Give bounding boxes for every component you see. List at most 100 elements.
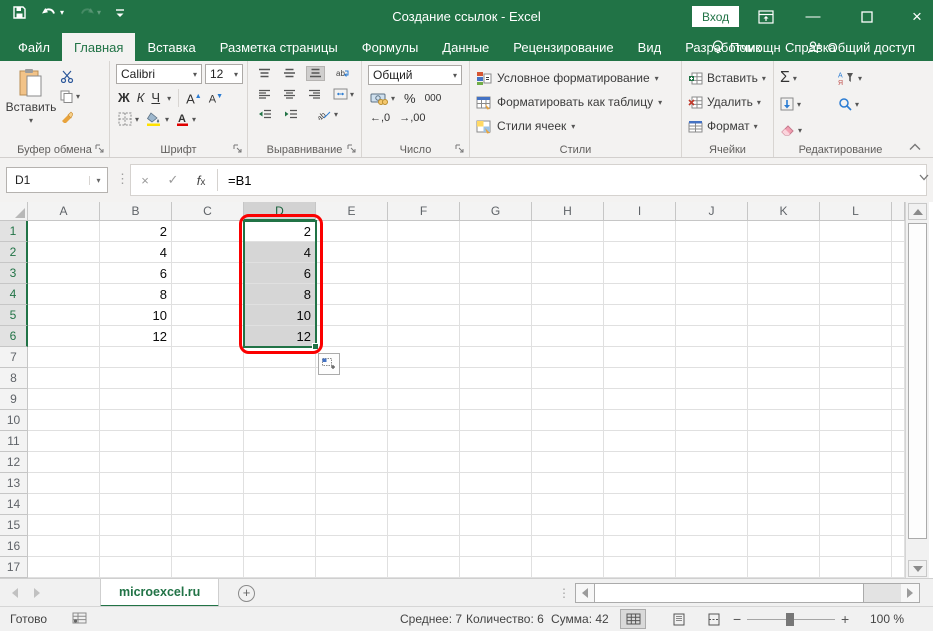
cell-F4[interactable] xyxy=(388,284,460,305)
paste-button[interactable]: Вставить ▾ xyxy=(6,64,56,141)
tell-me-tab[interactable]: Помощн xyxy=(702,40,791,55)
new-sheet-button[interactable]: + xyxy=(238,585,255,602)
cell-L15[interactable] xyxy=(820,515,892,536)
cell-E12[interactable] xyxy=(316,452,388,473)
cell-partial-6[interactable] xyxy=(892,326,905,347)
cell-L16[interactable] xyxy=(820,536,892,557)
cell-K14[interactable] xyxy=(748,494,820,515)
cell-E15[interactable] xyxy=(316,515,388,536)
column-header-D[interactable]: D xyxy=(244,202,316,221)
maximize-button[interactable] xyxy=(847,0,887,33)
column-header-partial[interactable] xyxy=(892,202,905,221)
font-size-combo[interactable]: 12 ▾ xyxy=(205,64,243,84)
cell-H11[interactable] xyxy=(532,431,604,452)
cell-G16[interactable] xyxy=(460,536,532,557)
align-center-button[interactable] xyxy=(281,88,298,101)
cell-B12[interactable] xyxy=(100,452,172,473)
cell-I8[interactable] xyxy=(604,368,676,389)
cell-E11[interactable] xyxy=(316,431,388,452)
cell-A8[interactable] xyxy=(28,368,100,389)
cell-F5[interactable] xyxy=(388,305,460,326)
orientation-dropdown-icon[interactable]: ▾ xyxy=(334,110,338,119)
cell-F2[interactable] xyxy=(388,242,460,263)
cell-G15[interactable] xyxy=(460,515,532,536)
cell-C11[interactable] xyxy=(172,431,244,452)
cell-G6[interactable] xyxy=(460,326,532,347)
row-header-2[interactable]: 2 xyxy=(0,242,28,263)
cell-K11[interactable] xyxy=(748,431,820,452)
cell-partial-16[interactable] xyxy=(892,536,905,557)
cell-J5[interactable] xyxy=(676,305,748,326)
cell-E10[interactable] xyxy=(316,410,388,431)
cell-H17[interactable] xyxy=(532,557,604,578)
cell-H8[interactable] xyxy=(532,368,604,389)
cell-L9[interactable] xyxy=(820,389,892,410)
cell-A16[interactable] xyxy=(28,536,100,557)
insert-cells-button[interactable]: Вставить ▾ xyxy=(688,66,769,90)
horizontal-scroll-track[interactable] xyxy=(864,584,901,602)
cell-A11[interactable] xyxy=(28,431,100,452)
cell-B6[interactable]: 12 xyxy=(100,326,172,347)
paste-dropdown-icon[interactable]: ▾ xyxy=(29,116,33,125)
cell-L17[interactable] xyxy=(820,557,892,578)
formula-bar-splitter[interactable]: ⋮ xyxy=(116,171,129,187)
cell-H7[interactable] xyxy=(532,347,604,368)
cell-F7[interactable] xyxy=(388,347,460,368)
column-header-L[interactable]: L xyxy=(820,202,892,221)
cell-partial-1[interactable] xyxy=(892,221,905,242)
underline-dropdown-icon[interactable]: ▾ xyxy=(167,94,171,103)
cell-A14[interactable] xyxy=(28,494,100,515)
cell-K16[interactable] xyxy=(748,536,820,557)
cell-J9[interactable] xyxy=(676,389,748,410)
cell-E5[interactable] xyxy=(316,305,388,326)
row-header-16[interactable]: 16 xyxy=(0,536,28,557)
cell-H3[interactable] xyxy=(532,263,604,284)
bold-button[interactable]: Ж xyxy=(118,91,130,105)
scroll-down-icon[interactable] xyxy=(908,560,927,577)
row-header-17[interactable]: 17 xyxy=(0,557,28,578)
cell-partial-10[interactable] xyxy=(892,410,905,431)
borders-dropdown-icon[interactable]: ▾ xyxy=(135,115,139,124)
cell-C7[interactable] xyxy=(172,347,244,368)
cell-partial-2[interactable] xyxy=(892,242,905,263)
cell-G9[interactable] xyxy=(460,389,532,410)
enter-formula-icon[interactable]: ✓ xyxy=(159,172,187,188)
cell-G10[interactable] xyxy=(460,410,532,431)
cell-I11[interactable] xyxy=(604,431,676,452)
cell-F14[interactable] xyxy=(388,494,460,515)
cell-L4[interactable] xyxy=(820,284,892,305)
cell-L8[interactable] xyxy=(820,368,892,389)
cell-K6[interactable] xyxy=(748,326,820,347)
cell-G14[interactable] xyxy=(460,494,532,515)
cell-D17[interactable] xyxy=(244,557,316,578)
decrease-indent-button[interactable] xyxy=(256,108,274,121)
cell-C10[interactable] xyxy=(172,410,244,431)
cell-L13[interactable] xyxy=(820,473,892,494)
align-middle-button[interactable] xyxy=(281,67,298,80)
cell-D15[interactable] xyxy=(244,515,316,536)
cell-J17[interactable] xyxy=(676,557,748,578)
cell-B8[interactable] xyxy=(100,368,172,389)
cell-J16[interactable] xyxy=(676,536,748,557)
fill-handle[interactable] xyxy=(312,343,319,350)
cell-E14[interactable] xyxy=(316,494,388,515)
row-header-4[interactable]: 4 xyxy=(0,284,28,305)
fill-color-dropdown-icon[interactable]: ▾ xyxy=(165,115,169,124)
cell-G17[interactable] xyxy=(460,557,532,578)
cell-partial-11[interactable] xyxy=(892,431,905,452)
copy-button[interactable]: ▾ xyxy=(60,90,80,103)
cell-A13[interactable] xyxy=(28,473,100,494)
cell-C5[interactable] xyxy=(172,305,244,326)
accounting-format-button[interactable]: ▾ xyxy=(370,92,395,105)
column-header-A[interactable]: A xyxy=(28,202,100,221)
cell-K1[interactable] xyxy=(748,221,820,242)
vertical-scrollbar[interactable] xyxy=(905,202,929,578)
cell-K12[interactable] xyxy=(748,452,820,473)
cell-E9[interactable] xyxy=(316,389,388,410)
cell-H16[interactable] xyxy=(532,536,604,557)
cell-I13[interactable] xyxy=(604,473,676,494)
sign-in-button[interactable]: Вход xyxy=(692,6,739,27)
cell-E17[interactable] xyxy=(316,557,388,578)
shrink-font-button[interactable]: А▼ xyxy=(209,90,223,107)
grow-font-button[interactable]: А▲ xyxy=(186,90,202,106)
